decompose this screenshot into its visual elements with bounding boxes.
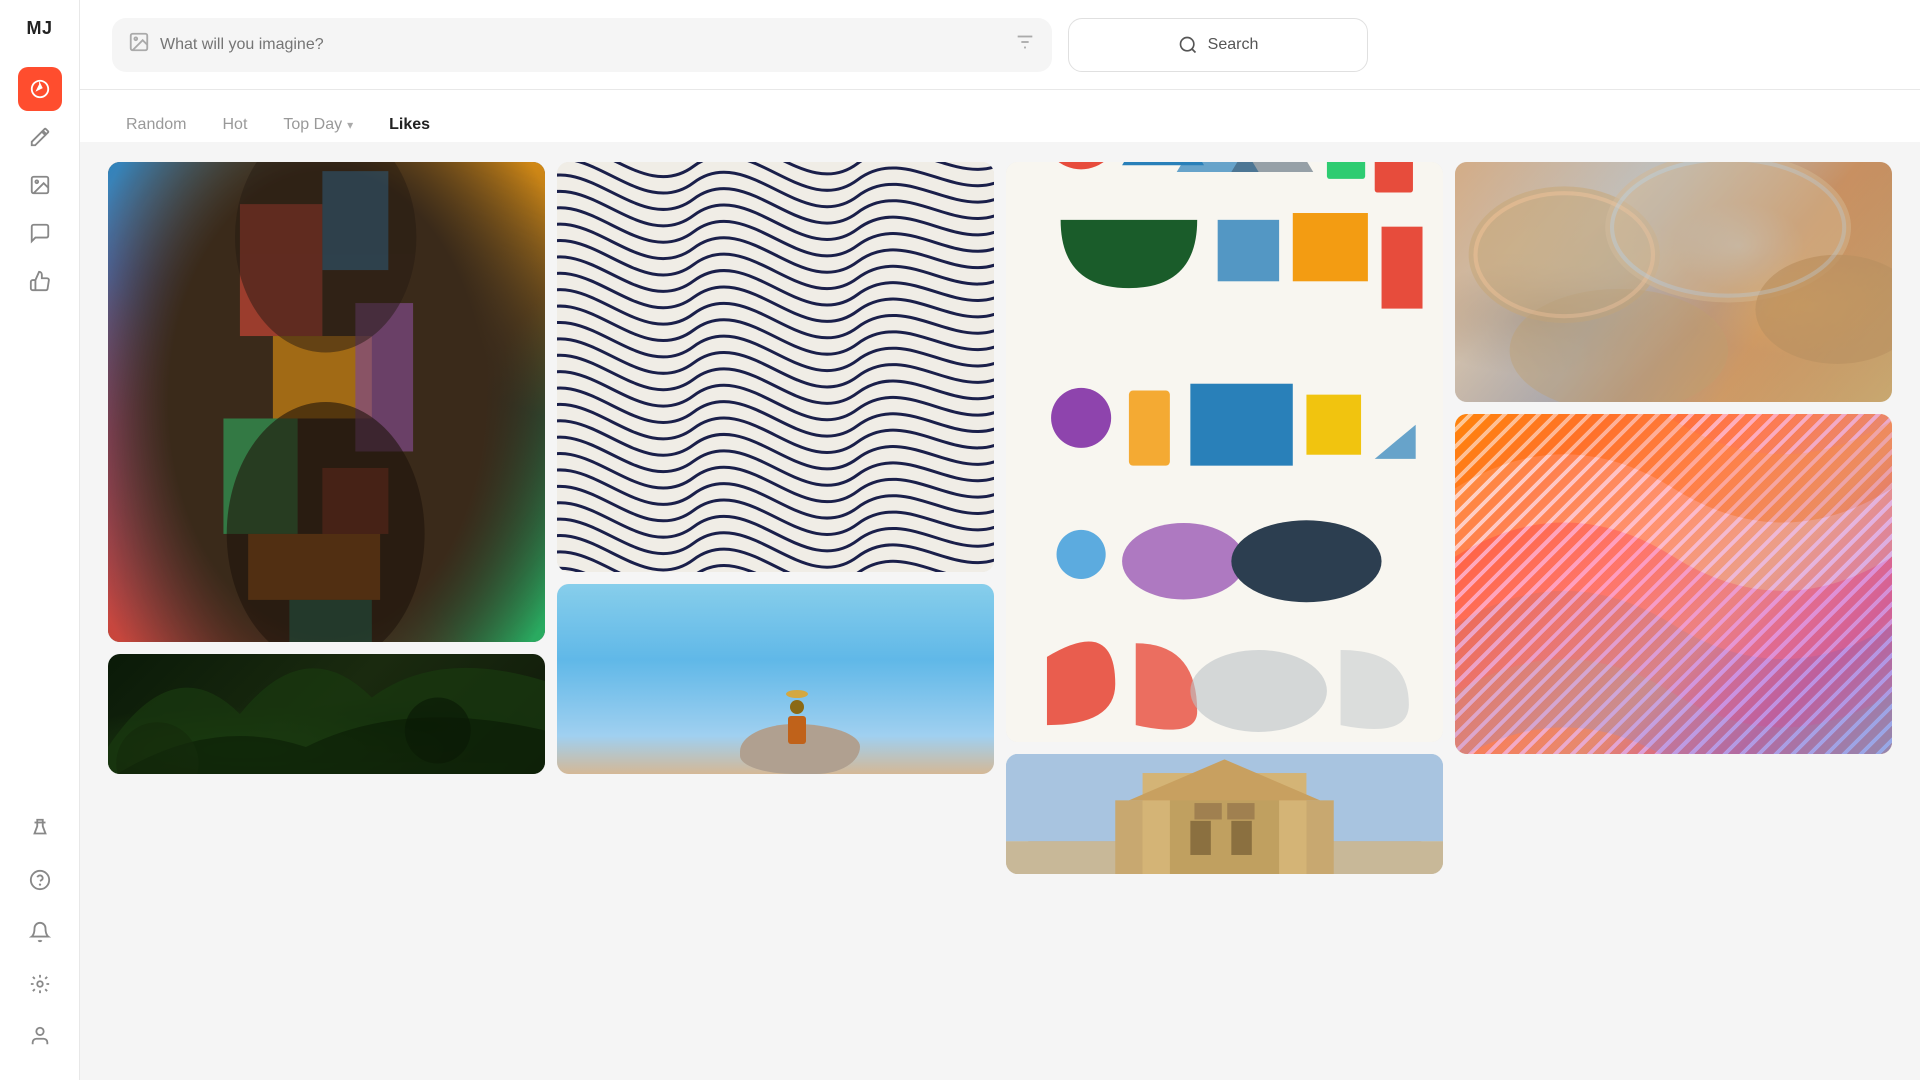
sidebar-item-chat[interactable] xyxy=(18,211,62,255)
header: Search xyxy=(80,0,1920,90)
sidebar-item-images[interactable] xyxy=(18,163,62,207)
tab-top-day[interactable]: Top Day ▾ xyxy=(269,108,367,142)
gallery xyxy=(80,142,1920,1080)
gallery-item-building[interactable] xyxy=(1006,754,1443,874)
app-logo: MJ xyxy=(26,18,52,39)
gallery-item-stones[interactable] xyxy=(1455,162,1892,402)
gallery-item-shapes[interactable] xyxy=(1006,162,1443,742)
chevron-down-icon: ▾ xyxy=(347,118,353,132)
tab-random-label: Random xyxy=(126,116,186,134)
gallery-item-stripes[interactable] xyxy=(557,162,994,572)
search-bar[interactable] xyxy=(112,18,1052,72)
search-button[interactable]: Search xyxy=(1068,18,1368,72)
filter-icon[interactable] xyxy=(1014,31,1036,58)
sidebar-item-explore[interactable] xyxy=(18,67,62,111)
main-content: Search Random Hot Top Day ▾ Likes xyxy=(80,0,1920,1080)
sidebar: MJ xyxy=(0,0,80,1080)
sidebar-item-likes[interactable] xyxy=(18,259,62,303)
sidebar-item-notifications[interactable] xyxy=(18,910,62,954)
sidebar-bottom xyxy=(18,806,62,1062)
tab-hot-label: Hot xyxy=(222,116,247,134)
gallery-col-2 xyxy=(557,162,994,774)
gallery-item-figure[interactable] xyxy=(557,584,994,774)
sidebar-item-settings[interactable] xyxy=(18,962,62,1006)
tab-likes[interactable]: Likes xyxy=(375,108,444,142)
gallery-grid xyxy=(108,162,1892,874)
tab-top-day-label: Top Day xyxy=(283,116,342,134)
tabs-bar: Random Hot Top Day ▾ Likes xyxy=(80,90,1920,142)
tab-random[interactable]: Random xyxy=(112,108,200,142)
sidebar-item-profile[interactable] xyxy=(18,1014,62,1058)
gallery-col-4 xyxy=(1455,162,1892,754)
tab-hot[interactable]: Hot xyxy=(208,108,261,142)
gallery-col-1 xyxy=(108,162,545,774)
search-button-label: Search xyxy=(1208,36,1259,54)
sidebar-item-lab[interactable] xyxy=(18,806,62,850)
gallery-item-portrait[interactable] xyxy=(108,162,545,642)
gallery-col-3 xyxy=(1006,162,1443,874)
sidebar-item-help[interactable] xyxy=(18,858,62,902)
sidebar-item-create[interactable] xyxy=(18,115,62,159)
prompt-input[interactable] xyxy=(160,36,1004,54)
tab-likes-label: Likes xyxy=(389,116,430,134)
gallery-item-waves[interactable] xyxy=(1455,414,1892,754)
gallery-item-dark[interactable] xyxy=(108,654,545,774)
image-search-icon xyxy=(128,31,150,58)
